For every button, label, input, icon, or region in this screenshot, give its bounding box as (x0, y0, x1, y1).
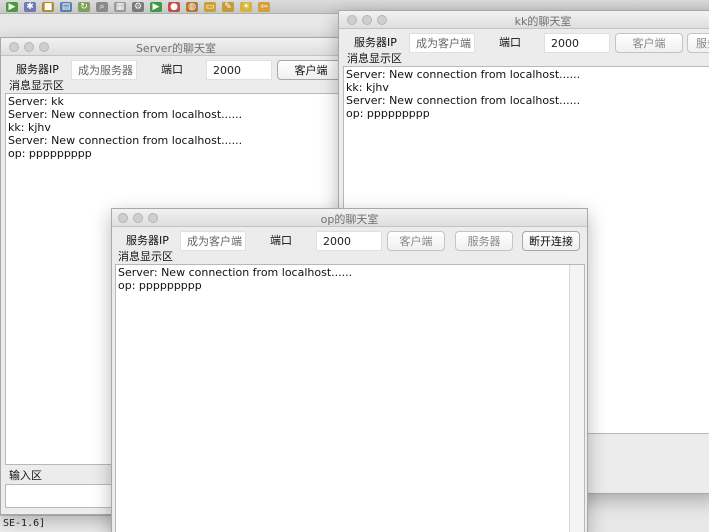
message-line: kk: kjhv (346, 81, 389, 94)
message-line: Server: New connection from localhost...… (346, 94, 581, 107)
grid-icon[interactable]: ▦ (114, 1, 126, 12)
client-button[interactable]: 客户端 (615, 33, 683, 53)
kk-titlebar[interactable]: kk的聊天室 (339, 11, 709, 29)
message-line: Server: New connection from localhost...… (8, 134, 243, 147)
message-line: Server: New connection from localhost...… (346, 68, 581, 81)
stop-icon[interactable]: ● (168, 1, 180, 12)
port-field[interactable]: 2000 (544, 33, 610, 53)
pencil-icon[interactable]: ✎ (222, 1, 234, 12)
message-area-label: 消息显示区 (9, 79, 66, 92)
op-titlebar[interactable]: op的聊天室 (112, 209, 587, 227)
server-ip-label: 服务器IP (126, 234, 169, 247)
server-ip-field[interactable]: 成为客户端 (180, 231, 246, 251)
globe-icon[interactable]: ◍ (186, 1, 198, 12)
port-label: 端口 (270, 234, 292, 247)
close-icon[interactable] (347, 15, 357, 25)
window-title: op的聊天室 (320, 213, 379, 226)
message-area-label: 消息显示区 (347, 52, 404, 65)
input-area-label: 输入区 (9, 469, 44, 482)
message-line: op: ppppppppp (118, 279, 202, 292)
server-ip-field[interactable]: 成为服务器 (71, 60, 137, 80)
run-icon[interactable]: ▶ (6, 1, 18, 12)
server-button[interactable]: 服务器 (455, 231, 513, 251)
server-ip-field[interactable]: 成为客户端 (409, 33, 475, 53)
build-icon[interactable]: ■ (42, 1, 54, 12)
port-field[interactable]: 2000 (316, 231, 382, 251)
refresh-icon[interactable]: ↻ (78, 1, 90, 12)
folder-icon[interactable]: ▭ (204, 1, 216, 12)
server-ip-label: 服务器IP (354, 36, 397, 49)
message-line: Server: New connection from localhost...… (118, 266, 353, 279)
save-icon[interactable]: ▤ (60, 1, 72, 12)
vertical-scrollbar[interactable] (569, 265, 584, 532)
message-line: Server: New connection from localhost...… (8, 108, 243, 121)
debug-icon[interactable]: ✱ (24, 1, 36, 12)
arrow-icon[interactable]: ⇦ (258, 1, 270, 12)
port-field[interactable]: 2000 (206, 60, 272, 80)
search-icon[interactable]: ⌕ (96, 1, 108, 12)
ide-status-text: SE-1.6] (0, 515, 112, 532)
op-chat-window: op的聊天室 服务器IP 成为客户端 端口 2000 客户端 服务器 断开连接 … (111, 208, 588, 532)
message-display-area[interactable]: Server: New connection from localhost...… (115, 264, 585, 532)
message-line: kk: kjhv (8, 121, 51, 134)
disconnect-button[interactable]: 断开连接 (522, 231, 580, 251)
server-button[interactable]: 服务 (687, 33, 709, 53)
server-titlebar[interactable]: Server的聊天室 (1, 38, 351, 56)
server-ip-label: 服务器IP (16, 63, 59, 76)
settings-icon[interactable]: ⚙ (132, 1, 144, 12)
message-line: Server: kk (8, 95, 64, 108)
connection-bar: 服务器IP 成为客户端 端口 2000 客户端 服务器 断开连接 (112, 227, 587, 255)
window-title: kk的聊天室 (514, 15, 572, 28)
message-area-label: 消息显示区 (118, 250, 175, 263)
client-button[interactable]: 客户端 (387, 231, 445, 251)
run-icon-2[interactable]: ▶ (150, 1, 162, 12)
port-label: 端口 (499, 36, 521, 49)
message-line: op: ppppppppp (8, 147, 92, 160)
message-line: op: ppppppppp (346, 107, 430, 120)
port-label: 端口 (161, 63, 183, 76)
window-title: Server的聊天室 (135, 42, 217, 55)
bulb-icon[interactable]: ☀ (240, 1, 252, 12)
client-button[interactable]: 客户端 (277, 60, 345, 80)
